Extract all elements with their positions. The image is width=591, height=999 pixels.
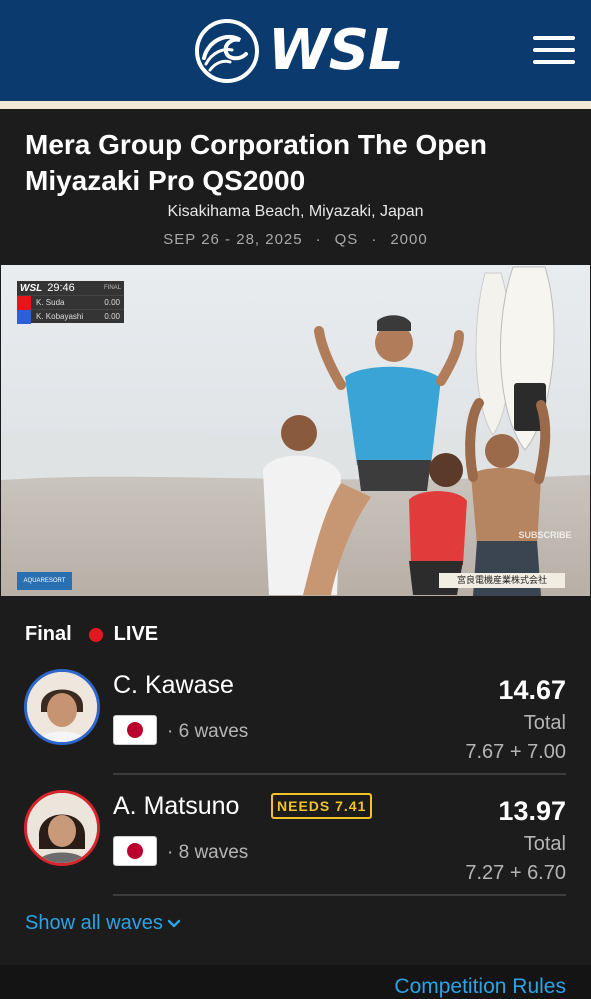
scorebug-clock: 29:46	[47, 282, 75, 294]
scorebug-row: K. Kobayashi 0.00	[17, 309, 124, 324]
event-header: Mera Group Corporation The Open Miyazaki…	[0, 109, 591, 264]
scorebug-surfer-name: K. Kobayashi	[36, 312, 84, 321]
score-breakdown: 7.27 + 6.70	[465, 862, 566, 884]
logo-wordmark: WSL	[268, 18, 404, 83]
scorebug-state: FINAL	[103, 285, 121, 291]
live-indicator-icon	[88, 627, 103, 642]
event-title: Mera Group Corporation The Open Miyazaki…	[25, 129, 488, 196]
chevron-down-icon	[167, 919, 181, 927]
heat-total-score: 14.67	[498, 675, 566, 705]
header-accent-stripe	[0, 101, 591, 109]
athlete-row[interactable]: C. Kawase · 6 waves 14.67 Total 7.67 + 7…	[0, 657, 591, 778]
wave-count: · 8 waves	[167, 842, 249, 863]
athlete-avatar	[24, 669, 100, 745]
event-rating: 2000	[390, 231, 428, 248]
scorebug-surfer-score: 0.00	[104, 298, 120, 307]
live-label: LIVE	[113, 623, 159, 645]
show-all-waves-label: Show all waves	[25, 912, 163, 934]
total-label: Total	[523, 833, 566, 855]
japan-flag-icon	[113, 836, 157, 866]
total-label: Total	[523, 712, 566, 734]
athlete-name: A. Matsuno	[113, 792, 240, 820]
heat-results: Final LIVE C. Kawase · 6 waves 14.67 Tot…	[0, 597, 591, 965]
athlete-name: C. Kawase	[113, 671, 234, 699]
round-name: Final	[25, 623, 72, 645]
hamburger-menu-icon[interactable]	[533, 36, 575, 66]
footer-bar: Competition Rules	[0, 965, 591, 999]
wave-count: · 6 waves	[167, 721, 249, 742]
scorebug-overlay: WSL 29:46 FINAL K. Suda 0.00 K. Kobayash…	[17, 281, 124, 324]
scorebug-logo: WSL	[20, 282, 43, 294]
event-meta: SEP 26 - 28, 2025 · QS · 2000	[163, 231, 428, 248]
score-breakdown: 7.67 + 7.00	[465, 741, 566, 763]
needs-score-badge: NEEDS 7.41	[271, 793, 373, 819]
event-location: Kisakihama Beach, Miyazaki, Japan	[167, 203, 424, 220]
heat-total-score: 13.97	[498, 796, 566, 826]
heat-status: Final LIVE	[25, 623, 158, 646]
live-video-player[interactable]: WSL 29:46 FINAL K. Suda 0.00 K. Kobayash…	[1, 265, 590, 596]
sponsor-logo: AQUARESORT	[17, 572, 72, 590]
scorebug-row: K. Suda 0.00	[17, 295, 124, 310]
scorebug-surfer-name: K. Suda	[36, 298, 65, 307]
subscribe-watermark: SUBSCRIBE	[518, 530, 572, 540]
jersey-color-swatch	[17, 295, 31, 310]
row-divider	[113, 894, 566, 896]
japan-flag-icon	[113, 715, 157, 745]
top-navigation-bar: WSL	[0, 0, 591, 101]
row-divider	[113, 773, 566, 775]
event-tour: QS	[334, 231, 359, 248]
sponsor-banner: 宮良電機産業株式会社	[439, 573, 565, 588]
jersey-color-swatch	[17, 309, 31, 324]
wsl-wave-logo-icon	[195, 19, 259, 83]
scorebug-surfer-score: 0.00	[104, 312, 120, 321]
athlete-avatar	[24, 790, 100, 866]
competition-rules-link[interactable]: Competition Rules	[394, 975, 566, 999]
event-dates: SEP 26 - 28, 2025	[163, 231, 303, 248]
show-all-waves-link[interactable]: Show all waves	[25, 912, 181, 935]
wsl-logo[interactable]: WSL	[194, 18, 404, 84]
